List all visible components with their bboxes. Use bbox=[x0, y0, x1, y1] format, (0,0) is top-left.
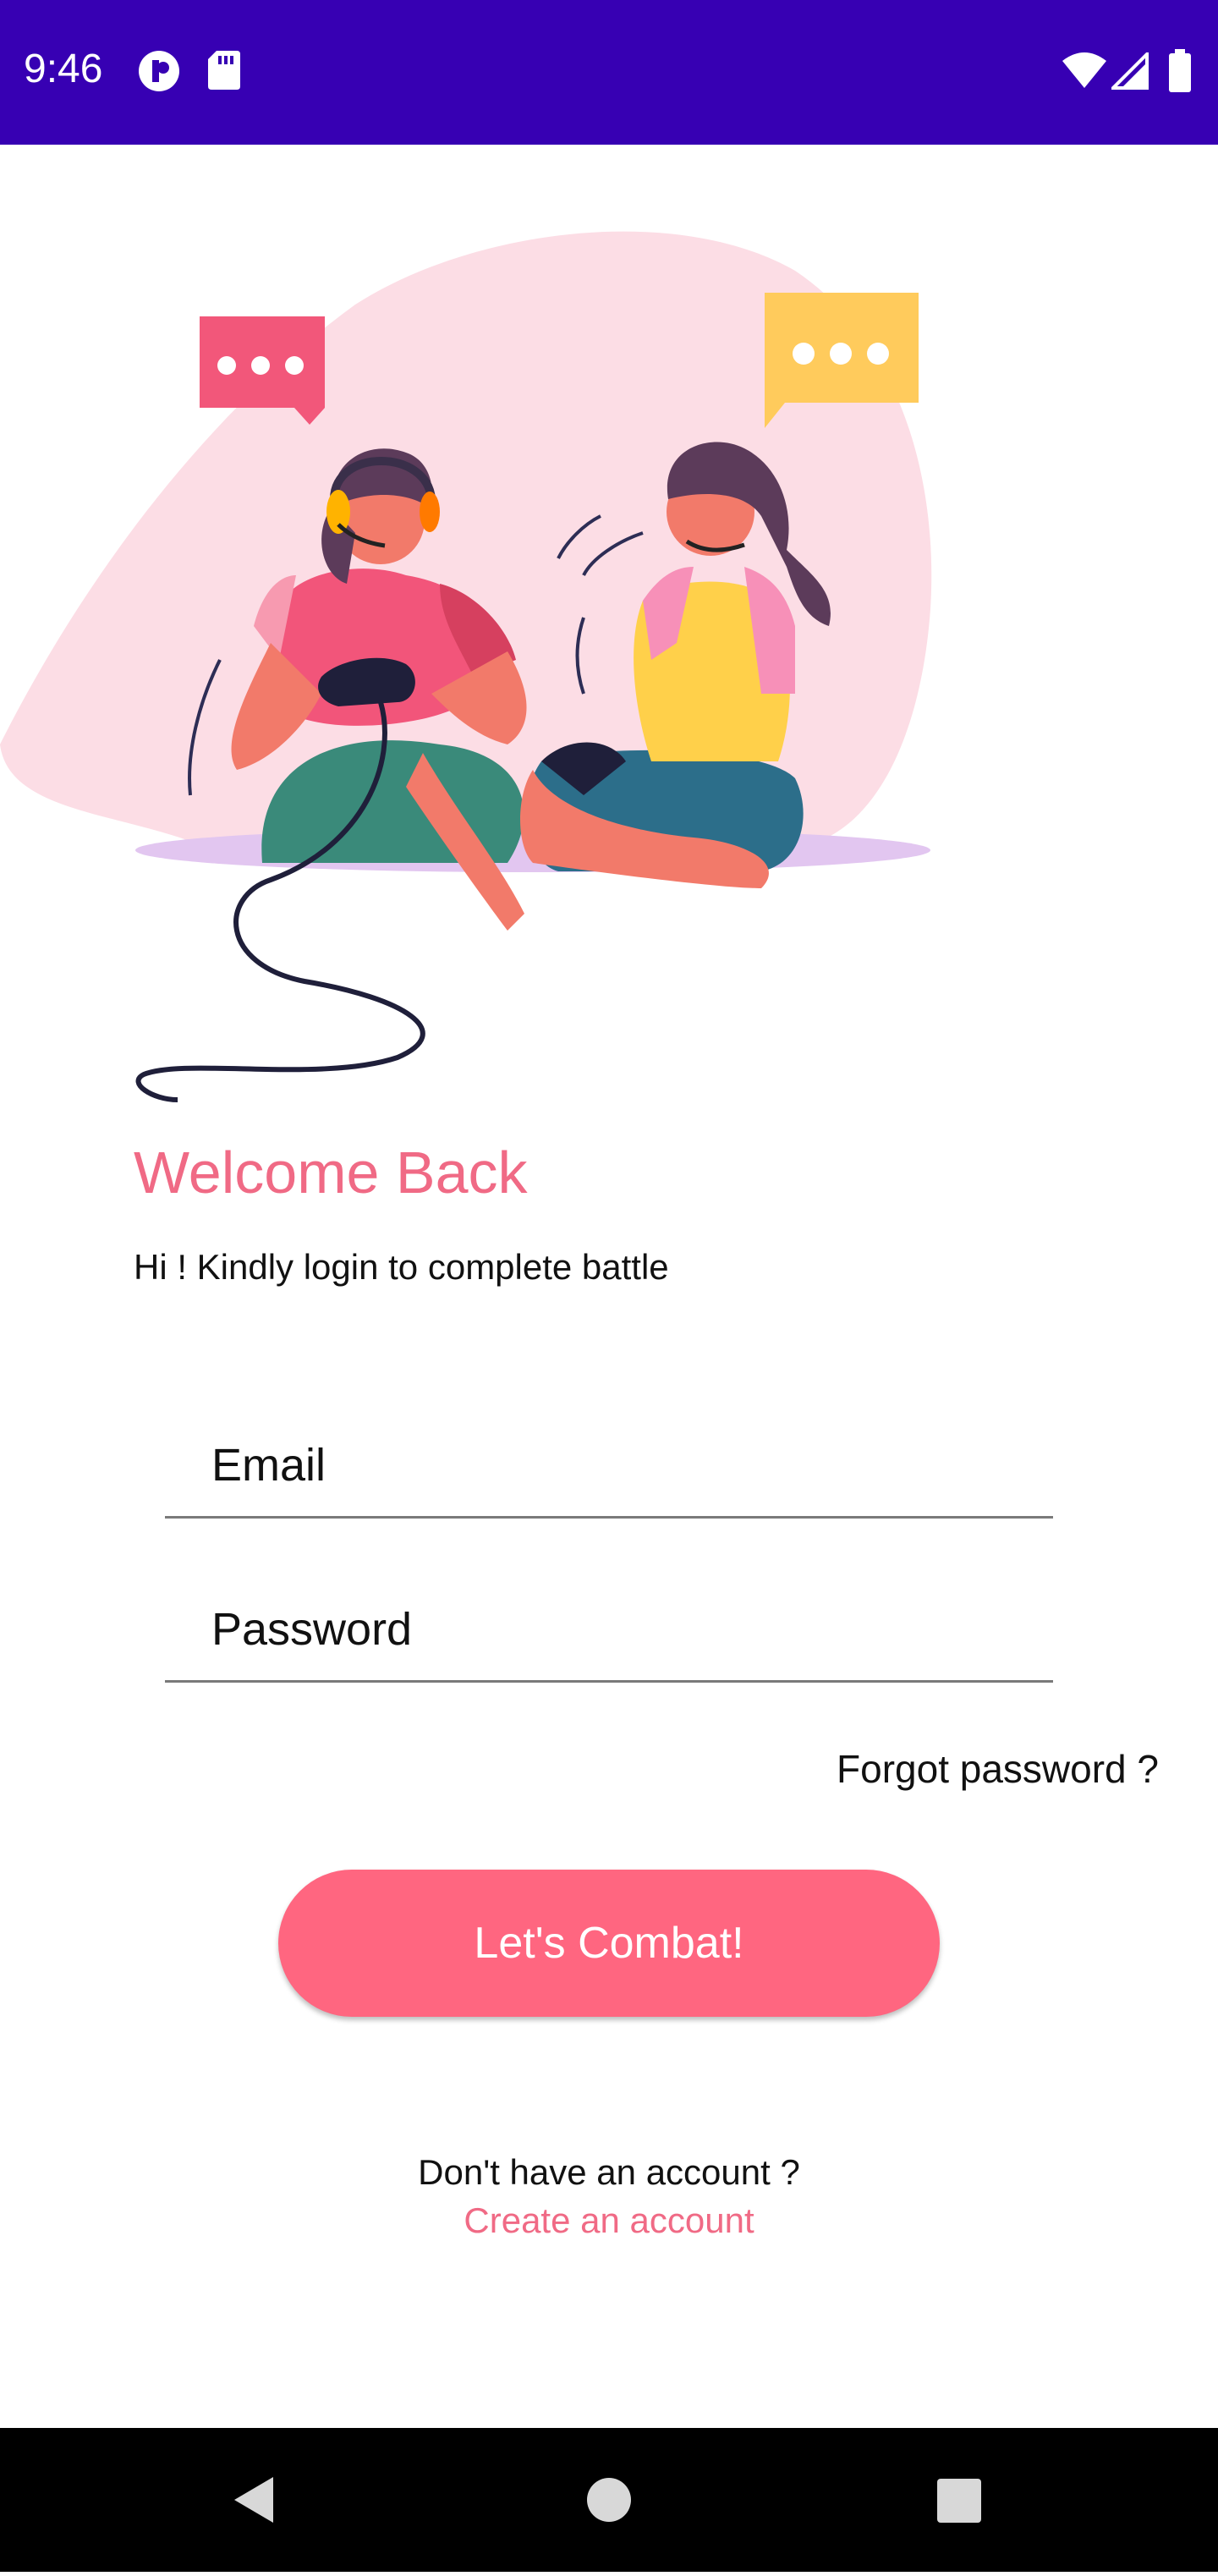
no-account-text: Don't have an account ? bbox=[418, 2152, 800, 2192]
forgot-password-link[interactable]: Forgot password ? bbox=[837, 1746, 1159, 1792]
email-field[interactable] bbox=[165, 1414, 1053, 1519]
recents-icon bbox=[937, 2479, 981, 2523]
nav-back-button[interactable] bbox=[169, 2428, 338, 2572]
login-subtitle: Hi ! Kindly login to complete battle bbox=[134, 1247, 669, 1287]
email-input[interactable] bbox=[211, 1431, 1023, 1499]
battery-icon bbox=[1169, 49, 1191, 92]
cellular-signal-icon bbox=[1111, 52, 1149, 90]
nav-home-button[interactable] bbox=[524, 2428, 694, 2572]
password-input[interactable] bbox=[211, 1596, 1023, 1663]
login-button-label: Let's Combat! bbox=[474, 1919, 744, 1968]
wifi-icon bbox=[1062, 52, 1106, 88]
home-icon bbox=[587, 2478, 631, 2522]
status-time: 9:46 bbox=[24, 47, 103, 91]
status-bar: 9:46 bbox=[0, 0, 1218, 145]
password-field[interactable] bbox=[165, 1579, 1053, 1683]
sd-card-icon bbox=[208, 51, 240, 90]
back-icon bbox=[234, 2477, 273, 2523]
create-account-link[interactable]: Create an account bbox=[0, 2200, 1218, 2241]
welcome-title: Welcome Back bbox=[134, 1140, 528, 1206]
notification-app-icon bbox=[139, 51, 179, 91]
nav-recents-button[interactable] bbox=[875, 2428, 1044, 2572]
gaming-friends-illustration bbox=[0, 231, 932, 1102]
navigation-bar bbox=[0, 2428, 1218, 2572]
login-button[interactable]: Let's Combat! bbox=[278, 1870, 940, 2017]
